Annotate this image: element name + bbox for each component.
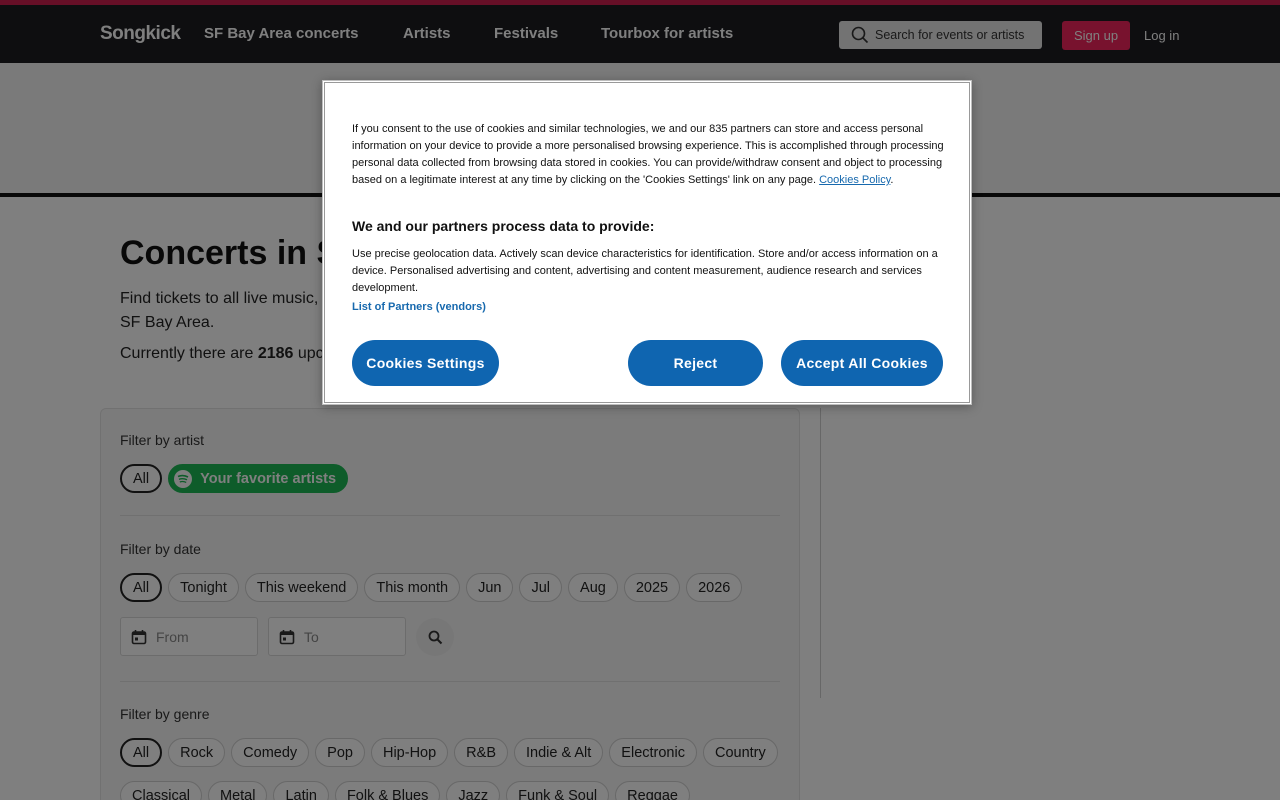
purposes-text: Use precise geolocation data. Actively s…	[352, 248, 938, 294]
reject-button[interactable]: Reject	[628, 340, 763, 386]
cookie-consent-dialog: If you consent to the use of cookies and…	[322, 80, 972, 405]
cookies-policy-link[interactable]: Cookies Policy	[819, 174, 890, 186]
consent-description: If you consent to the use of cookies and…	[352, 123, 944, 186]
cookies-settings-button[interactable]: Cookies Settings	[352, 340, 499, 386]
purposes-heading: We and our partners process data to prov…	[352, 218, 655, 234]
accept-all-cookies-button[interactable]: Accept All Cookies	[781, 340, 943, 386]
partners-list-link[interactable]: List of Partners (vendors)	[352, 301, 486, 313]
